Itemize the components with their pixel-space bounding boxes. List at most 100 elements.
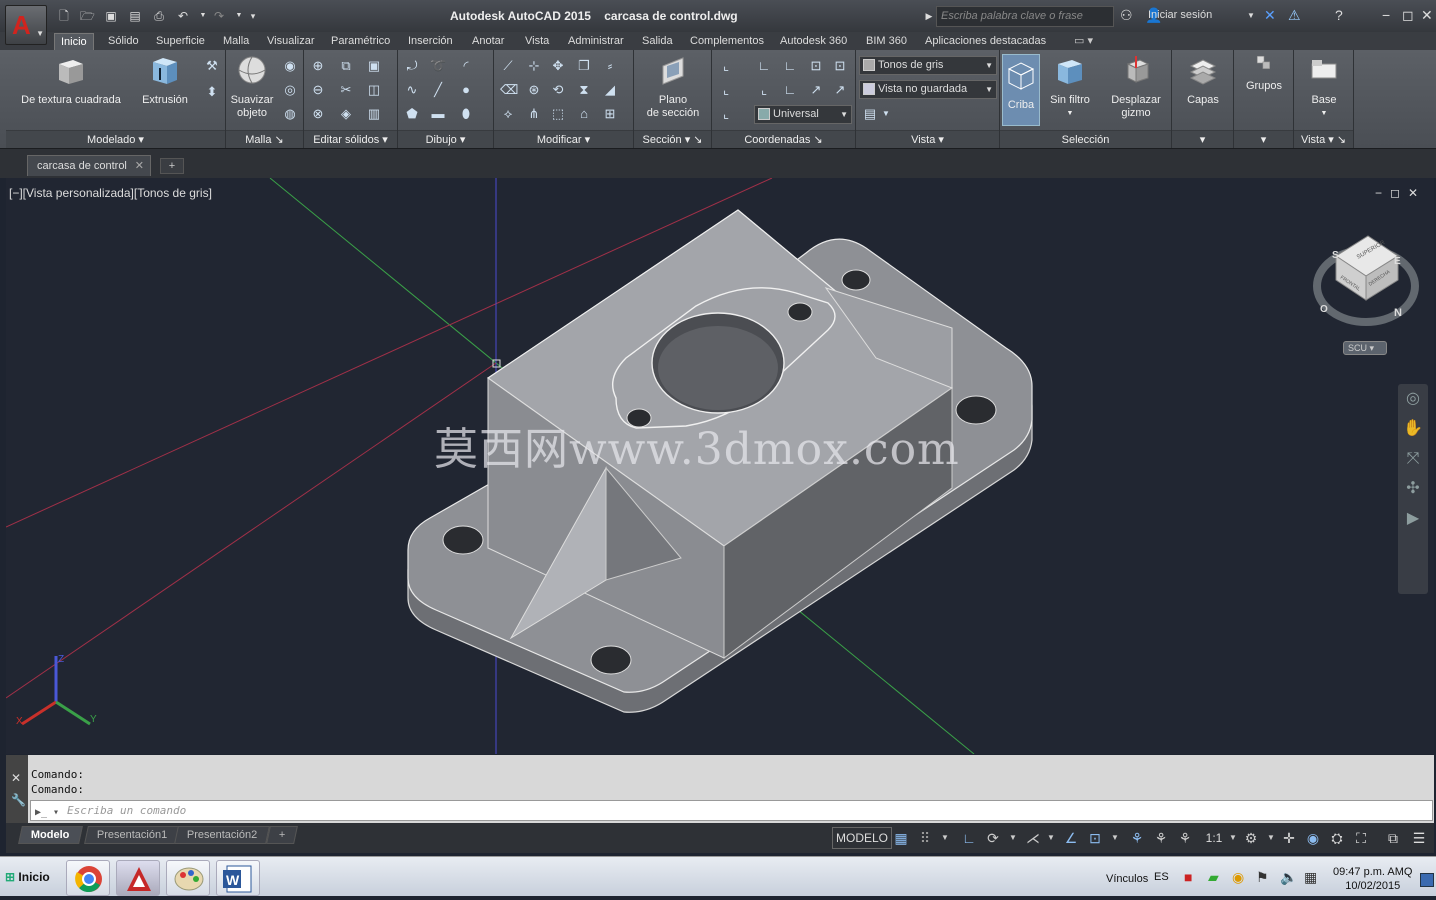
polyline-icon[interactable]: ⤾: [404, 58, 420, 74]
tab-visualizar[interactable]: Visualizar: [261, 33, 321, 50]
polysolid-icon[interactable]: ⚒: [204, 58, 220, 74]
panel-label-vista-base[interactable]: Vista ▾ ↘: [1294, 130, 1353, 148]
tab-modelo[interactable]: Modelo: [18, 826, 83, 844]
redo-dropdown-icon[interactable]: ▼: [232, 9, 246, 23]
steering-wheel-icon[interactable]: ◎: [1398, 384, 1428, 414]
command-input[interactable]: ▶_ ▾ Escriba un comando: [30, 800, 1433, 821]
customize-quick-access-icon[interactable]: ▾: [246, 9, 260, 23]
tab-insercion[interactable]: Inserción: [402, 33, 459, 50]
array-icon[interactable]: ⊞: [602, 106, 618, 122]
close-command-line-icon[interactable]: ✕: [11, 771, 21, 785]
start-button[interactable]: ⊞ Inicio: [2, 865, 54, 889]
close-tab-icon[interactable]: ✕: [135, 156, 144, 176]
shell-icon[interactable]: ▣: [366, 58, 382, 74]
viewcube[interactable]: SUPERIOR FRONTAL DERECHA E S N O: [1313, 235, 1419, 326]
tab-presentacion2[interactable]: Presentación2: [174, 826, 271, 844]
sign-in-link[interactable]: Iniciar sesión: [1148, 9, 1212, 21]
chevron-down-icon[interactable]: ▼: [1106, 828, 1124, 848]
offset-icon[interactable]: ⟡: [500, 106, 516, 122]
redo-icon[interactable]: ↷: [212, 9, 226, 23]
interfere-icon[interactable]: ✂: [338, 82, 354, 98]
refine-mesh-icon[interactable]: ◍: [282, 106, 298, 122]
tab-presentacion1[interactable]: Presentación1: [84, 826, 181, 844]
3d-move-icon[interactable]: ⊹: [526, 58, 542, 74]
tab-superficie[interactable]: Superficie: [150, 33, 211, 50]
chevron-down-icon[interactable]: ▼: [1224, 828, 1242, 848]
osnap-tracking-icon[interactable]: ∠: [1062, 828, 1080, 848]
ucs-3point-icon[interactable]: ∟: [782, 82, 798, 98]
trim-icon[interactable]: ⸗: [602, 58, 618, 74]
mirror-icon[interactable]: ⧗: [576, 82, 592, 98]
layers-button[interactable]: Capas: [1176, 54, 1230, 107]
clean-screen-icon[interactable]: ⛶: [1352, 828, 1370, 848]
base-view-button[interactable]: Base ▼: [1298, 54, 1350, 120]
customize-icon[interactable]: 🔧: [11, 793, 26, 807]
fillet-edge-icon[interactable]: ⟋: [500, 58, 516, 74]
save-as-icon[interactable]: ▤: [128, 9, 142, 23]
ellipse-icon[interactable]: ⬮: [458, 106, 474, 122]
ucs-named-icon[interactable]: ⌞: [718, 82, 734, 98]
panel-label-editar-solidos[interactable]: Editar sólidos ▾: [304, 130, 397, 148]
visual-style-combo[interactable]: Tonos de gris ▼: [859, 56, 997, 75]
grid-icon[interactable]: ▦: [892, 828, 910, 848]
polar-icon[interactable]: ⟳: [984, 828, 1002, 848]
panel-label-coordenadas[interactable]: Coordenadas ↘: [712, 130, 855, 148]
show-desktop-button[interactable]: [1420, 873, 1434, 887]
panel-label-vista[interactable]: Vista ▾: [856, 130, 999, 148]
panel-label-dibujo[interactable]: Dibujo ▾: [398, 130, 493, 148]
help-icon[interactable]: ?: [1335, 7, 1343, 23]
taskbar-paint[interactable]: [166, 860, 210, 896]
section-plane-button[interactable]: Plano de sección: [640, 54, 706, 120]
ortho-icon[interactable]: ∟: [960, 828, 978, 848]
auto-scale-icon[interactable]: ⚘: [1152, 828, 1170, 848]
tab-malla[interactable]: Malla: [217, 33, 255, 50]
norton-tray-icon[interactable]: ◉: [1232, 869, 1244, 886]
rotate-icon[interactable]: ⟲: [550, 82, 566, 98]
exchange-apps-icon[interactable]: ✕: [1264, 7, 1276, 24]
chevron-down-icon[interactable]: ▼: [1262, 828, 1280, 848]
orbit-icon[interactable]: ✣: [1398, 474, 1428, 504]
tab-solido[interactable]: Sólido: [102, 33, 145, 50]
tab-inicio[interactable]: Inicio: [54, 33, 94, 50]
application-menu-button[interactable]: A ▼: [5, 5, 47, 45]
separate-icon[interactable]: ▥: [366, 106, 382, 122]
annotation-scale-icon[interactable]: ⚘: [1176, 828, 1194, 848]
extrude-button[interactable]: Extrusión: [136, 54, 194, 107]
nvidia-tray-icon[interactable]: ▰: [1208, 869, 1219, 886]
ucs-world-combo[interactable]: Universal ▼: [754, 105, 852, 124]
hardware-acceleration-icon[interactable]: ⛭: [1328, 828, 1346, 848]
ucs-view-icon[interactable]: ⊡: [832, 58, 848, 74]
move-icon[interactable]: ✥: [550, 58, 566, 74]
undo-icon[interactable]: ↶: [176, 9, 190, 23]
chevron-down-icon[interactable]: ▼: [1004, 828, 1022, 848]
ucs-y-icon[interactable]: ↗: [832, 82, 848, 98]
command-prompt-icon[interactable]: ▶_ ▾: [35, 803, 61, 818]
smooth-object-button[interactable]: Suavizar objeto: [228, 54, 276, 120]
3d-rotate-icon[interactable]: ⊛: [526, 82, 542, 98]
fillet-icon[interactable]: ◢: [602, 82, 618, 98]
scale-icon[interactable]: ⬚: [550, 106, 566, 122]
chevron-down-icon[interactable]: ▼: [936, 828, 954, 848]
showmotion-icon[interactable]: ▶: [1398, 504, 1428, 534]
chevron-down-icon[interactable]: ▼: [1042, 828, 1060, 848]
open-folder-icon[interactable]: 🗁: [80, 9, 95, 23]
intersect-icon[interactable]: ⊗: [310, 106, 326, 122]
erase-icon[interactable]: ⌫: [500, 82, 518, 98]
binoculars-icon[interactable]: ⚇: [1120, 7, 1133, 24]
tab-anotar[interactable]: Anotar: [466, 33, 510, 50]
stretch-icon[interactable]: ⌂: [576, 106, 592, 122]
network-icon[interactable]: ▦: [1304, 869, 1317, 886]
tab-administrar[interactable]: Administrar: [562, 33, 630, 50]
extract-edges-icon[interactable]: ◫: [366, 82, 382, 98]
action-center-icon[interactable]: ⚑: [1256, 869, 1269, 886]
command-line-grip[interactable]: ✕ 🔧: [6, 755, 28, 823]
box-button[interactable]: De textura cuadrada: [16, 54, 126, 107]
annotation-visibility-icon[interactable]: ⚘: [1128, 828, 1146, 848]
language-indicator[interactable]: ES: [1154, 871, 1169, 883]
taskbar-autocad[interactable]: [116, 860, 160, 896]
tab-autodesk-360[interactable]: Autodesk 360: [774, 33, 853, 50]
slice-icon[interactable]: ⧉: [338, 58, 354, 74]
print-icon[interactable]: ⎙: [152, 9, 166, 23]
ucs-x-icon[interactable]: ⊡: [808, 58, 824, 74]
ucs-previous-icon[interactable]: ⌞: [756, 82, 772, 98]
